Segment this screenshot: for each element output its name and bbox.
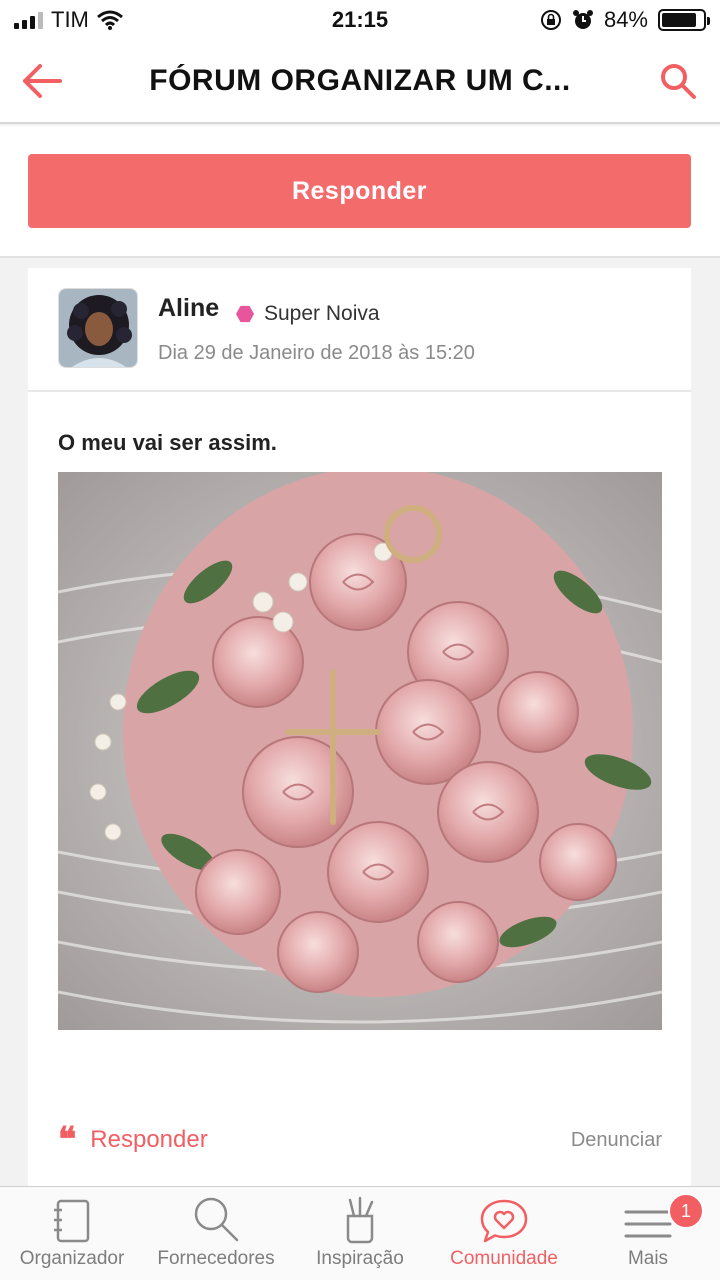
alarm-icon — [572, 10, 593, 29]
tab-label-fornecedores: Fornecedores — [157, 1248, 275, 1269]
search-icon — [661, 64, 696, 99]
status-bar: TIM 21:15 84% — [0, 0, 720, 40]
tab-comunidade[interactable]: Comunidade — [432, 1187, 576, 1280]
tab-label-inspiracao: Inspiração — [316, 1248, 404, 1269]
reply-area: Responder — [0, 126, 720, 258]
wifi-icon — [96, 10, 123, 30]
post-actions: ❝ Responder Denunciar — [58, 1120, 662, 1160]
post-date: Dia 29 de Janeiro de 2018 às 15:20 — [158, 342, 475, 364]
tab-label-organizador: Organizador — [19, 1248, 125, 1269]
magnifier-icon — [194, 1197, 239, 1242]
hexagon-badge-icon — [236, 305, 254, 323]
tab-mais[interactable]: Mais 1 — [576, 1187, 720, 1280]
avatar[interactable] — [58, 288, 138, 368]
chat-heart-icon — [480, 1199, 528, 1243]
tab-label-comunidade: Comunidade — [450, 1248, 558, 1269]
clock: 21:15 — [331, 7, 389, 32]
tab-inspiracao[interactable]: Inspiração — [288, 1187, 432, 1280]
search-button[interactable] — [636, 39, 720, 123]
post-author: Aline Super Noiva Dia 29 de Janeiro de 2… — [28, 268, 691, 392]
battery-icon — [658, 9, 710, 31]
page-title: FÓRUM ORGANIZAR UM C... — [149, 64, 571, 97]
tab-label-mais: Mais — [627, 1248, 669, 1269]
author-name[interactable]: Aline — [158, 294, 219, 323]
tab-fornecedores[interactable]: Fornecedores — [144, 1187, 288, 1280]
notebook-icon — [54, 1199, 90, 1243]
quote-icon: ❝ — [58, 1120, 77, 1160]
back-button[interactable] — [0, 39, 84, 123]
app-header: FÓRUM ORGANIZAR UM C... — [0, 40, 720, 124]
author-badge: Super Noiva — [236, 302, 380, 326]
post-card: Aline Super Noiva Dia 29 de Janeiro de 2… — [28, 268, 691, 1188]
carrier-name: TIM — [51, 7, 89, 32]
menu-icon — [624, 1210, 672, 1238]
battery-percent: 84% — [603, 7, 648, 32]
arrow-left-icon — [23, 64, 62, 98]
post-image[interactable] — [58, 472, 662, 1030]
notification-badge: 1 — [668, 1193, 704, 1229]
brush-cup-icon — [346, 1196, 374, 1244]
report-link[interactable]: Denunciar — [571, 1129, 662, 1152]
post-reply-label: Responder — [90, 1126, 208, 1153]
tab-bar: Organizador Fornecedores Inspiração Comu… — [0, 1186, 720, 1280]
reply-button[interactable]: Responder — [28, 154, 691, 228]
post-reply-button[interactable]: ❝ Responder — [58, 1120, 208, 1160]
rotation-lock-icon — [540, 10, 561, 30]
tab-organizador[interactable]: Organizador — [0, 1187, 144, 1280]
signal-icon — [14, 11, 43, 29]
post-text: O meu vai ser assim. — [58, 430, 277, 455]
author-badge-label: Super Noiva — [264, 302, 380, 325]
